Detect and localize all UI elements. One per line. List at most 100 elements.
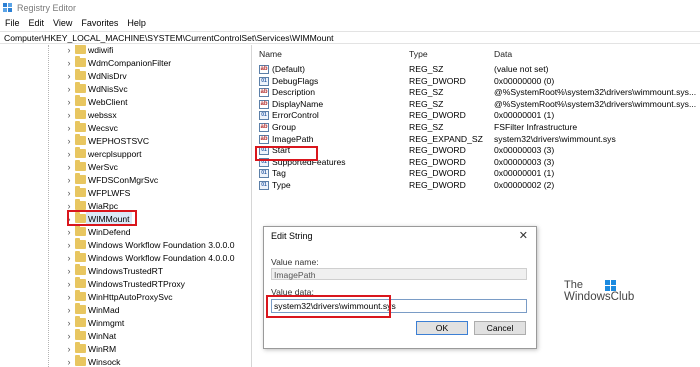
column-header-name[interactable]: Name [259,49,282,59]
tree-item-label: wdiwifi [88,45,114,55]
tree-item[interactable]: › wdiwifi [0,45,251,56]
value-type: REG_DWORD [409,156,466,167]
dialog-title: Edit String [271,231,313,241]
value-row[interactable]: 01 Type REG_DWORD 0x00000002 (2) [253,180,700,192]
menu-help[interactable]: Help [127,18,146,28]
tree-item[interactable]: › WdNisSvc [0,82,251,95]
tree-item[interactable]: › WinNat [0,329,251,342]
chevron-right-icon[interactable]: › [64,279,74,289]
tree-item[interactable]: › WinDefend [0,225,251,238]
tree-item-label: webssx [88,109,117,120]
tree-item-label: Windows Workflow Foundation 4.0.0.0 [88,252,235,263]
chevron-right-icon[interactable]: › [64,45,74,55]
tree-item-label: WindowsTrustedRT [88,265,163,276]
value-row[interactable]: ab ImagePath REG_EXPAND_SZ system32\drivers… [253,134,700,146]
close-icon[interactable]: ✕ [519,229,528,242]
folder-icon [75,186,86,197]
tree-item[interactable]: › Winmgmt [0,316,251,329]
tree-item[interactable]: › WerSvc [0,160,251,173]
tree-item-label: WindowsTrustedRTProxy [88,278,185,289]
tree-item-label: WiaRpc [88,200,119,211]
column-header-type[interactable]: Type [409,49,428,59]
chevron-right-icon[interactable]: › [64,136,74,146]
menu-file[interactable]: File [5,18,20,28]
folder-icon [75,277,86,288]
tree-pane[interactable]: › wdiwifi › WdmCompanionFilter › WdNisDrv › WdN… [0,45,252,367]
ok-button[interactable]: OK [416,321,468,335]
tree-item[interactable]: › Winsock [0,355,251,367]
address-path[interactable]: Computer\HKEY_LOCAL_MACHINE\SYSTEM\Curre… [4,33,334,43]
value-row[interactable]: 01 SupportedFeatures REG_DWORD 0x00000003 (… [253,157,700,169]
chevron-right-icon[interactable]: › [64,97,74,107]
value-data: @%SystemRoot%\system32\drivers\wimmount.… [494,98,697,109]
chevron-right-icon[interactable]: › [64,227,74,237]
chevron-right-icon[interactable]: › [64,253,74,263]
value-row[interactable]: 01 DebugFlags REG_DWORD 0x00000000 (0) [253,76,700,88]
tree-item[interactable]: › WebClient [0,95,251,108]
chevron-right-icon[interactable]: › [64,344,74,354]
tree-item[interactable]: › webssx [0,108,251,121]
folder-icon [75,303,86,314]
value-name: Description [272,87,315,98]
chevron-right-icon[interactable]: › [64,188,74,198]
tree-item[interactable]: › WindowsTrustedRT [0,264,251,277]
tree-item[interactable]: › WinMad [0,303,251,316]
value-row[interactable]: ab Group REG_SZ FSFilter Infrastructure [253,122,700,134]
tree-item[interactable]: › WinHttpAutoProxySvc [0,290,251,303]
menu-edit[interactable]: Edit [29,18,45,28]
tree-item[interactable]: › WFPLWFS [0,186,251,199]
tree-item[interactable]: › WdNisDrv [0,69,251,82]
chevron-right-icon[interactable]: › [64,292,74,302]
tree-item[interactable]: › WindowsTrustedRTProxy [0,277,251,290]
value-data: system32\drivers\wimmount.sys [494,133,616,144]
tree-item-label: WinNat [88,330,117,341]
folder-icon [75,264,86,275]
menu-view[interactable]: View [53,18,72,28]
chevron-right-icon[interactable]: › [64,266,74,276]
chevron-right-icon[interactable]: › [64,331,74,341]
value-row[interactable]: 01 ErrorControl REG_DWORD 0x00000001 (1) [253,110,700,122]
chevron-right-icon[interactable]: › [64,123,74,133]
chevron-right-icon[interactable]: › [64,71,74,81]
chevron-right-icon[interactable]: › [64,201,74,211]
chevron-right-icon[interactable]: › [64,240,74,250]
tree-item[interactable]: › WinRM [0,342,251,355]
chevron-right-icon[interactable]: › [64,84,74,94]
menu-favorites[interactable]: Favorites [81,18,118,28]
tree-item[interactable]: › Windows Workflow Foundation 4.0.0.0 [0,251,251,264]
value-row[interactable]: ab (Default) REG_SZ (value not set) [253,64,700,76]
tree-item-label: WinHttpAutoProxySvc [88,291,173,302]
chevron-right-icon[interactable]: › [64,58,74,68]
value-type: REG_SZ [409,64,444,74]
chevron-right-icon[interactable]: › [64,318,74,328]
chevron-right-icon[interactable]: › [64,175,74,185]
chevron-right-icon[interactable]: › [64,162,74,172]
value-row[interactable]: ab Description REG_SZ @%SystemRoot%\system3… [253,87,700,99]
chevron-right-icon[interactable]: › [64,110,74,120]
tree-item[interactable]: › WEPHOSTSVC [0,134,251,147]
value-row[interactable]: 01 Tag REG_DWORD 0x00000001 (1) [253,168,700,180]
imagepath-highlight-box [255,146,318,161]
edit-string-dialog: Edit String ✕ Value name: ImagePath Valu… [263,226,537,349]
cancel-button[interactable]: Cancel [474,321,526,335]
tree-item-label: WinRM [88,343,117,354]
tree-item[interactable]: › wercplsupport [0,147,251,160]
tree-item[interactable]: › Windows Workflow Foundation 3.0.0.0 [0,238,251,251]
folder-icon [75,251,86,262]
address-bar[interactable]: Computer\HKEY_LOCAL_MACHINE\SYSTEM\Curre… [0,31,700,44]
tree-item[interactable]: › Wecsvc [0,121,251,134]
chevron-right-icon[interactable]: › [64,149,74,159]
folder-icon [75,108,86,119]
column-header-data[interactable]: Data [494,49,512,59]
chevron-right-icon[interactable]: › [64,305,74,315]
chevron-right-icon[interactable]: › [64,357,74,367]
tree-item[interactable]: › WFDSConMgrSvc [0,173,251,186]
value-type: REG_DWORD [409,168,466,179]
value-type: REG_SZ [409,122,444,132]
value-data: 0x00000000 (0) [494,75,555,86]
tree-item-label: WFPLWFS [88,187,131,198]
registry-editor-icon [3,3,13,12]
value-row[interactable]: ab DisplayName REG_SZ @%SystemRoot%\system3… [253,99,700,111]
value-row[interactable]: 01 Start REG_DWORD 0x00000003 (3) [253,145,700,157]
tree-item[interactable]: › WdmCompanionFilter [0,56,251,69]
